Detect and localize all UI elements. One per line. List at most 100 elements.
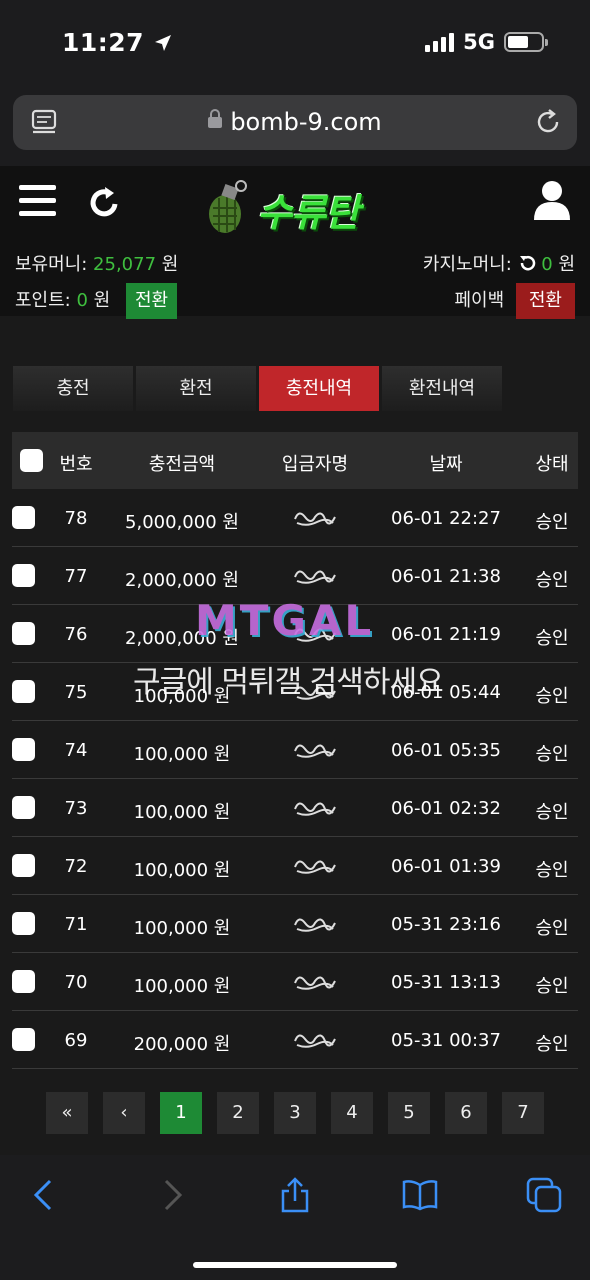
row-status: 승인: [535, 1034, 569, 1055]
page-button-5[interactable]: 5: [388, 1092, 430, 1134]
table-row[interactable]: 78 5,000,000 원 06-01 22:27 승인: [12, 489, 578, 547]
row-checkbox[interactable]: [12, 622, 35, 645]
table-row[interactable]: 69 200,000 원 05-31 00:37 승인: [12, 1011, 578, 1069]
table-row[interactable]: 74 100,000 원 06-01 05:35 승인: [12, 721, 578, 779]
row-status: 승인: [535, 976, 569, 997]
tabs-icon[interactable]: [526, 1177, 562, 1213]
page-button-1[interactable]: 1: [160, 1092, 202, 1134]
table-header: 번호 충전금액 입금자명 날짜 상태: [12, 432, 578, 489]
row-checkbox[interactable]: [12, 1028, 35, 1051]
row-checkbox[interactable]: [12, 854, 35, 877]
row-number: 77: [64, 566, 88, 587]
watermark-logo: MTGAL: [195, 596, 375, 645]
row-checkbox[interactable]: [12, 796, 35, 819]
row-date: 06-01 21:19: [391, 624, 501, 645]
row-date: 05-31 00:37: [391, 1030, 501, 1051]
table-row[interactable]: 71 100,000 원 05-31 23:16 승인: [12, 895, 578, 953]
row-status: 승인: [535, 802, 569, 823]
tab-withdraw[interactable]: 환전: [136, 366, 256, 411]
first-page-button[interactable]: «: [46, 1092, 88, 1134]
row-checkbox[interactable]: [12, 970, 35, 993]
row-checkbox[interactable]: [12, 506, 35, 529]
back-icon[interactable]: [26, 1177, 62, 1213]
home-indicator: [193, 1262, 397, 1268]
redacted-depositor-name: [294, 802, 336, 816]
table-row[interactable]: 73 100,000 원 06-01 02:32 승인: [12, 779, 578, 837]
lock-icon: [208, 109, 223, 128]
site-header: 수류탄 보유머니: 25,077 원 카지노머니: 0 원 포인트: 0 원 전…: [0, 166, 590, 319]
row-number: 73: [64, 798, 88, 819]
row-number: 75: [64, 682, 88, 703]
row-amount: 200,000 원: [133, 1034, 231, 1055]
casino-money-value: 0: [541, 254, 553, 275]
deposit-history-table: 번호 충전금액 입금자명 날짜 상태 78 5,000,000 원 06-01 22…: [12, 432, 578, 1069]
table-row[interactable]: 70 100,000 원 05-31 13:13 승인: [12, 953, 578, 1011]
row-date: 06-01 02:32: [391, 798, 501, 819]
browser-toolbar: [0, 1155, 590, 1280]
table-body: 78 5,000,000 원 06-01 22:27 승인 77 2,000,000 원 0…: [12, 489, 578, 1069]
share-icon[interactable]: [277, 1177, 313, 1213]
row-date: 06-01 21:38: [391, 566, 501, 587]
row-status: 승인: [535, 744, 569, 765]
row-number: 72: [64, 856, 88, 877]
redacted-depositor-name: [294, 1034, 336, 1048]
page-button-6[interactable]: 6: [445, 1092, 487, 1134]
header-status: 상태: [535, 454, 569, 475]
row-checkbox[interactable]: [12, 564, 35, 587]
row-status: 승인: [535, 860, 569, 881]
row-amount: 100,000 원: [133, 802, 231, 823]
site-logo[interactable]: 수류탄: [205, 178, 395, 236]
bookmarks-icon[interactable]: [402, 1177, 438, 1213]
redacted-depositor-name: [294, 918, 336, 932]
row-status: 승인: [535, 686, 569, 707]
page-button-4[interactable]: 4: [331, 1092, 373, 1134]
select-all-checkbox[interactable]: [20, 449, 43, 472]
prev-page-button[interactable]: ‹: [103, 1092, 145, 1134]
user-icon[interactable]: [534, 180, 570, 220]
tab-bar: 충전 환전 충전내역 환전내역: [13, 366, 502, 411]
redacted-depositor-name: [294, 512, 336, 526]
row-checkbox[interactable]: [12, 912, 35, 935]
row-checkbox[interactable]: [12, 680, 35, 703]
payback-convert-button[interactable]: 전환: [515, 283, 575, 319]
header-date: 날짜: [429, 454, 463, 475]
hamburger-menu-icon[interactable]: [19, 185, 56, 217]
forward-icon[interactable]: [154, 1177, 190, 1213]
row-status: 승인: [535, 918, 569, 939]
row-status: 승인: [535, 570, 569, 591]
casino-refresh-icon[interactable]: [518, 254, 536, 272]
battery-icon: [504, 32, 548, 52]
page-button-3[interactable]: 3: [274, 1092, 316, 1134]
location-arrow-icon: [155, 35, 172, 51]
row-number: 71: [64, 914, 88, 935]
tab-withdraw-history[interactable]: 환전내역: [382, 366, 502, 411]
row-checkbox[interactable]: [12, 738, 35, 761]
address-bar[interactable]: bomb-9.com: [13, 95, 577, 150]
reload-icon[interactable]: [534, 108, 562, 136]
row-amount: 100,000 원: [133, 976, 231, 997]
redacted-depositor-name: [294, 570, 336, 584]
redacted-depositor-name: [294, 744, 336, 758]
page-button-7[interactable]: 7: [502, 1092, 544, 1134]
status-time: 11:27: [62, 28, 173, 57]
row-status: 승인: [535, 628, 569, 649]
row-date: 06-01 01:39: [391, 856, 501, 877]
logo-text: 수류탄: [257, 191, 360, 235]
row-date: 05-31 23:16: [391, 914, 501, 935]
row-status: 승인: [535, 512, 569, 533]
pagination: « ‹ 1 2 3 4 5 6 7: [46, 1092, 566, 1154]
url-display[interactable]: bomb-9.com: [13, 108, 577, 136]
row-amount: 2,000,000 원: [125, 570, 239, 591]
tab-deposit-history[interactable]: 충전내역: [259, 366, 379, 411]
row-date: 05-31 13:13: [391, 972, 501, 993]
row-number: 74: [64, 740, 88, 761]
url-text: bomb-9.com: [230, 108, 382, 136]
points-convert-button[interactable]: 전환: [125, 283, 178, 319]
table-row[interactable]: 72 100,000 원 06-01 01:39 승인: [12, 837, 578, 895]
page-button-2[interactable]: 2: [217, 1092, 259, 1134]
watermark-text: 구글에 먹튀갤 검색하세요: [133, 665, 444, 700]
redacted-depositor-name: [294, 860, 336, 874]
tab-deposit[interactable]: 충전: [13, 366, 133, 411]
header-depositor: 입금자명: [281, 454, 349, 475]
refresh-icon[interactable]: [89, 185, 121, 219]
